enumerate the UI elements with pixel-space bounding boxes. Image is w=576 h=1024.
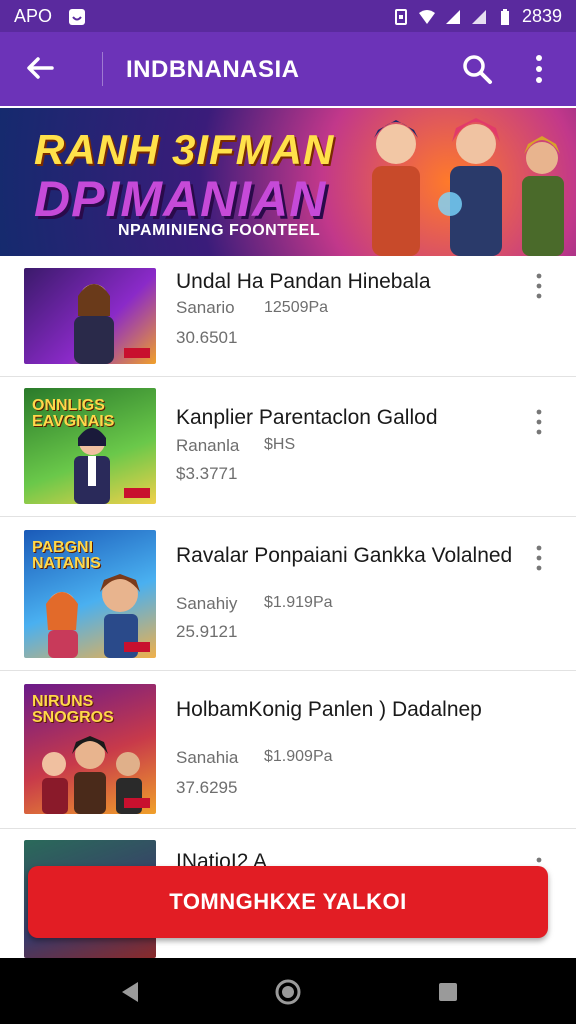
page-title: INDBNANASIA xyxy=(126,56,300,83)
more-vert-icon[interactable] xyxy=(532,272,546,300)
character-illustration xyxy=(74,428,110,504)
status-bar: APO 2839 xyxy=(0,0,576,32)
thumbnail: ONNLIGS EAVGNAIS xyxy=(24,388,156,504)
item-price: 30.6501 xyxy=(176,328,238,347)
more-vert-icon[interactable] xyxy=(524,52,554,86)
banner-title-line2: DPIMANIAN xyxy=(34,171,327,227)
status-left-label: APO xyxy=(14,6,53,26)
sim-icon xyxy=(394,8,407,25)
item-meta: Sanahia xyxy=(176,748,239,767)
item-meta: Sanahiy xyxy=(176,594,238,613)
banner-hero-illustration xyxy=(522,136,564,256)
banner-hero-illustration xyxy=(438,118,502,256)
item-meta-secondary: 12509Pa xyxy=(264,299,329,316)
primary-action-button[interactable]: TOMNGHKXE YALKOI xyxy=(28,866,548,938)
promo-banner[interactable]: RANH 3IFMAN DPIMANIAN NPAMINIENG FOONTEE… xyxy=(0,108,576,256)
status-time: 2839 xyxy=(521,6,562,26)
thumbnail: PABGNI NATANIS xyxy=(24,530,156,658)
rating-tag xyxy=(124,348,150,358)
thumbnail-badge: NIRUNS SNOGROS xyxy=(32,693,114,726)
item-price: 37.6295 xyxy=(176,778,238,797)
thumbnail-badge: PABGNI NATANIS xyxy=(32,539,101,572)
item-meta-secondary: $HS xyxy=(264,436,296,453)
wifi-icon xyxy=(418,9,435,24)
nav-back-icon[interactable] xyxy=(116,978,144,1006)
list-item[interactable]: NIRUNS SNOGROS HolbamKonig Panlen ) Dada… xyxy=(0,672,576,829)
rating-tag xyxy=(124,488,150,498)
nav-recents-icon[interactable] xyxy=(434,978,462,1006)
rating-tag xyxy=(124,798,150,808)
nav-home-icon[interactable] xyxy=(274,978,302,1006)
system-nav-bar xyxy=(0,958,576,1024)
banner-subtitle: NPAMINIENG FOONTEEL xyxy=(118,222,321,239)
more-vert-icon[interactable] xyxy=(532,544,546,572)
rating-tag xyxy=(124,642,150,652)
item-title: Kanplier Parentaclon Gallod xyxy=(176,406,438,429)
appbar-divider xyxy=(102,52,103,86)
banner-hero-illustration xyxy=(372,120,420,256)
app-bar: INDBNANASIA xyxy=(0,32,576,106)
more-vert-icon[interactable] xyxy=(532,408,546,436)
item-meta: Rananla xyxy=(176,436,240,455)
back-arrow-icon[interactable] xyxy=(22,50,58,86)
item-title: Ravalar Ponpaiani Gankka Volalned xyxy=(176,544,513,567)
thumbnail xyxy=(24,268,156,364)
item-price: 25.9121 xyxy=(176,622,238,641)
character-illustration xyxy=(74,284,114,364)
search-icon[interactable] xyxy=(460,52,494,86)
item-meta-secondary: $1.919Pa xyxy=(264,594,333,611)
item-title: HolbamKonig Panlen ) Dadalnep xyxy=(176,698,482,721)
item-meta: Sanario xyxy=(176,298,235,317)
signal-icon xyxy=(445,9,460,24)
item-price: $3.3771 xyxy=(176,464,238,483)
item-title: Undal Ha Pandan Hinebala xyxy=(176,270,431,293)
banner-title-line1: RANH 3IFMAN xyxy=(34,126,335,173)
list-item[interactable]: ONNLIGS EAVGNAIS Kanplier Parentaclon Ga… xyxy=(0,378,576,517)
list-item[interactable]: PABGNI NATANIS Ravalar Ponpaiani Gankka … xyxy=(0,518,576,671)
thumbnail: NIRUNS SNOGROS xyxy=(24,684,156,814)
item-meta-secondary: $1.909Pa xyxy=(264,748,333,765)
signal-icon xyxy=(471,9,486,24)
notification-icon xyxy=(69,8,86,25)
battery-icon xyxy=(500,8,509,25)
list-item[interactable]: Undal Ha Pandan Hinebala Sanario 12509Pa… xyxy=(0,258,576,377)
